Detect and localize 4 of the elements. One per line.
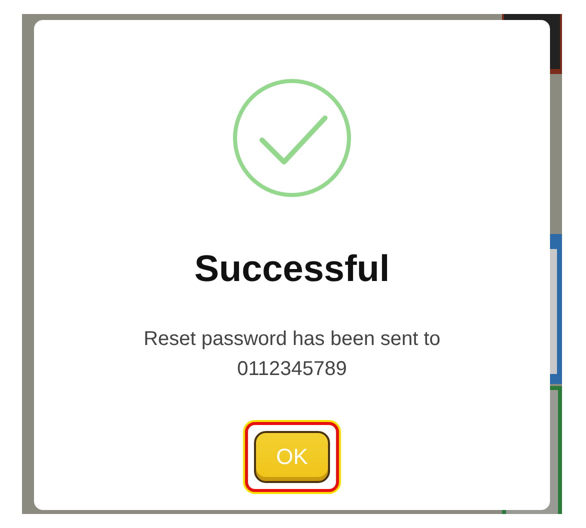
check-circle-icon — [232, 78, 352, 198]
ok-button[interactable]: OK — [254, 431, 330, 483]
dialog-message: Reset password has been sent to 0112345789 — [142, 327, 442, 382]
dialog-title: Successful — [194, 248, 390, 290]
